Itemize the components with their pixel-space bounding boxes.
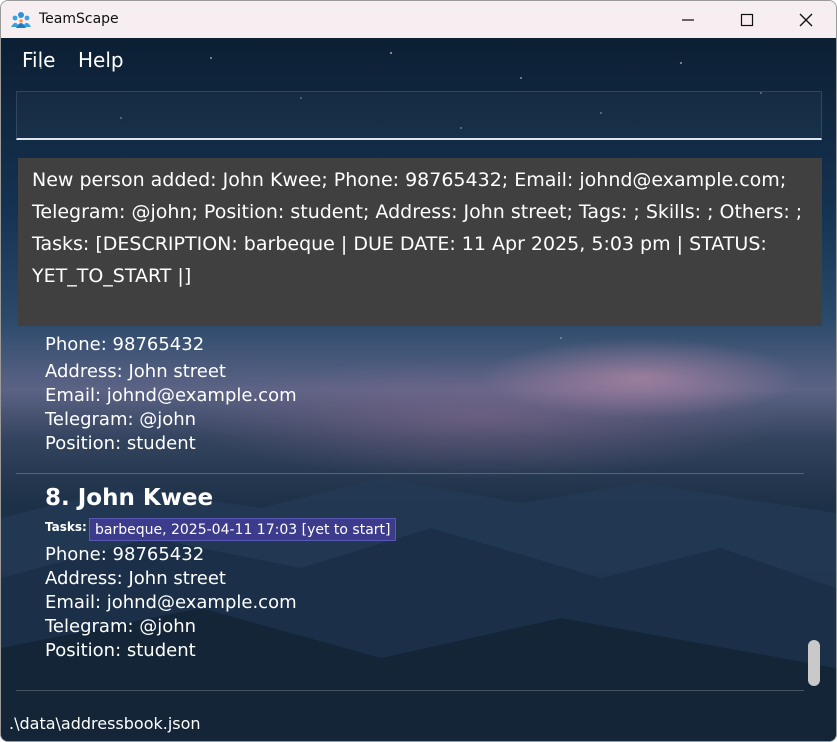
title-bar[interactable]: TeamScape <box>1 1 836 38</box>
app-window: TeamScape File Help Phone: 98765432 Addr… <box>0 0 837 742</box>
menu-help[interactable]: Help <box>78 48 124 72</box>
close-button[interactable] <box>777 1 836 38</box>
result-line: YET_TO_START |] <box>32 265 192 287</box>
person-list[interactable]: Phone: 98765432 Address: John street Ema… <box>1 326 836 706</box>
task-chip: barbeque, 2025-04-11 17:03 [yet to start… <box>89 518 397 541</box>
close-icon <box>799 13 813 27</box>
team-people-icon <box>11 12 31 28</box>
card-position: Position: student <box>45 433 196 454</box>
card-email: Email: johnd@example.com <box>45 385 297 406</box>
tasks-label: Tasks: <box>45 520 87 534</box>
card-position: Position: student <box>45 640 196 661</box>
main-content: File Help Phone: 98765432 Address: John … <box>1 38 836 741</box>
card-name: 8. John Kwee <box>45 485 214 511</box>
minimize-button[interactable] <box>659 1 718 38</box>
save-file-path: .\data\addressbook.json <box>9 714 201 733</box>
result-line: Telegram: @john; Position: student; Addr… <box>32 201 803 223</box>
card-address: Address: John street <box>45 568 226 589</box>
maximize-icon <box>740 13 754 27</box>
menu-bar: File Help <box>1 38 836 84</box>
card-telegram: Telegram: @john <box>45 616 197 637</box>
list-scrollbar-thumb[interactable] <box>808 640 820 686</box>
command-input[interactable] <box>16 91 822 140</box>
card-phone: Phone: 98765432 <box>45 334 205 355</box>
maximize-button[interactable] <box>718 1 777 38</box>
card-phone: Phone: 98765432 <box>45 544 205 565</box>
result-line: Tasks: [DESCRIPTION: barbeque | DUE DATE… <box>32 233 767 255</box>
card-divider <box>16 690 804 691</box>
person-card[interactable]: 8. John Kwee Tasks: barbeque, 2025-04-11… <box>16 474 804 692</box>
result-display: New person added: John Kwee; Phone: 9876… <box>18 158 822 326</box>
card-email: Email: johnd@example.com <box>45 592 297 613</box>
minimize-icon <box>682 19 694 21</box>
status-bar: .\data\addressbook.json <box>1 714 836 741</box>
window-title: TeamScape <box>39 11 119 27</box>
menu-file[interactable]: File <box>22 48 55 72</box>
person-card[interactable]: Phone: 98765432 Address: John street Ema… <box>16 326 804 474</box>
result-line: New person added: John Kwee; Phone: 9876… <box>32 169 787 191</box>
card-address: Address: John street <box>45 361 226 382</box>
card-telegram: Telegram: @john <box>45 409 197 430</box>
